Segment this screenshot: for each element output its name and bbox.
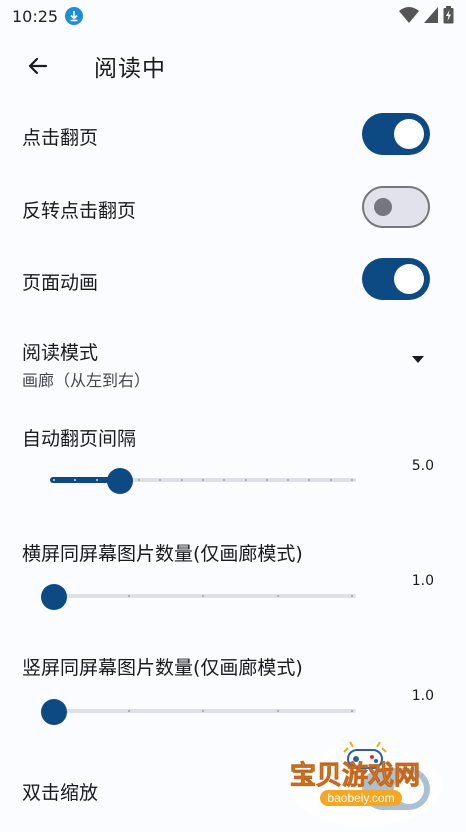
landscape-images-value: 1.0	[411, 573, 434, 589]
slider-thumb[interactable]	[106, 468, 133, 494]
slider-tick	[329, 479, 332, 481]
double-tap-zoom-label: 双击缩放	[22, 782, 99, 804]
app-bar: 阅读中	[0, 32, 466, 96]
slider-tick	[202, 710, 204, 712]
slider-tick	[202, 595, 204, 597]
slider-tick	[276, 595, 279, 597]
back-button[interactable]	[18, 46, 58, 86]
status-time: 10:25	[12, 7, 59, 26]
slider-tick	[351, 595, 353, 597]
slider-thumb[interactable]	[41, 699, 67, 725]
slider-tick	[351, 479, 353, 481]
status-bar: 10:25	[0, 0, 466, 32]
slider-thumb[interactable]	[41, 584, 67, 610]
battery-icon	[443, 6, 454, 24]
portrait-images-slider[interactable]	[41, 699, 356, 725]
slider-tick	[127, 595, 130, 597]
auto-turn-interval-slider[interactable]	[50, 468, 356, 494]
slider-tick	[244, 479, 247, 481]
reverse-tap-switch[interactable]	[362, 186, 430, 228]
reading-mode-label: 阅读模式	[22, 342, 99, 364]
svg-text:baobeiy.com: baobeiy.com	[327, 791, 394, 805]
arrow-left-icon	[28, 57, 48, 75]
landscape-images-slider[interactable]	[41, 584, 356, 610]
page-animation-switch[interactable]	[362, 258, 430, 300]
watermark-logo: 宝贝游戏网 baobeiy.com	[286, 738, 446, 828]
page-animation-label: 页面动画	[22, 272, 99, 294]
signal-icon	[424, 7, 438, 23]
auto-turn-interval-label: 自动翻页间隔	[22, 428, 137, 450]
slider-tick	[351, 710, 353, 712]
slider-tick	[53, 479, 55, 481]
tap-to-turn-label: 点击翻页	[22, 127, 99, 149]
slider-tick	[127, 710, 130, 712]
wifi-icon	[399, 7, 419, 23]
switch-knob	[394, 119, 424, 149]
switch-knob	[374, 198, 392, 216]
reading-mode-value: 画廊（从左到右）	[22, 371, 151, 390]
page-title: 阅读中	[94, 56, 166, 82]
svg-text:宝贝游戏网: 宝贝游戏网	[290, 760, 420, 790]
auto-turn-interval-value: 5.0	[411, 458, 434, 474]
reverse-tap-label: 反转点击翻页	[22, 200, 137, 222]
slider-tick	[180, 479, 183, 481]
download-icon	[65, 7, 83, 25]
portrait-images-label: 竖屏同屏幕图片数量(仅画廊模式)	[22, 657, 303, 679]
landscape-images-label: 横屏同屏幕图片数量(仅画廊模式)	[22, 543, 303, 565]
tap-to-turn-switch[interactable]	[362, 113, 430, 155]
slider-tick	[202, 479, 204, 481]
switch-knob	[394, 264, 424, 294]
portrait-images-value: 1.0	[411, 688, 434, 704]
slider-tick	[276, 710, 279, 712]
slider-tick	[95, 479, 98, 481]
slider-tick	[265, 479, 268, 481]
dropdown-arrow-icon	[412, 356, 424, 363]
